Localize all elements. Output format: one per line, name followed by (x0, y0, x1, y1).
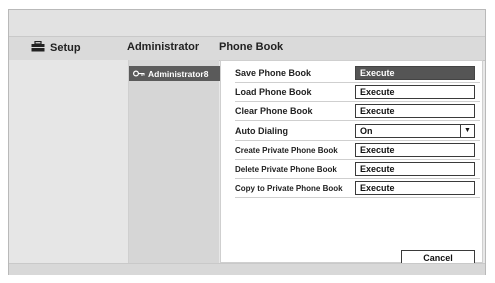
header-phone-book[interactable]: Phone Book (219, 41, 283, 53)
footer-bar (9, 263, 485, 275)
submenu-column (129, 60, 219, 263)
auto-dialing-select[interactable]: On ▼ (355, 124, 475, 138)
row-auto-dialing: Auto Dialing On ▼ (235, 123, 480, 141)
setup-label: Setup (50, 42, 81, 54)
row-label: Auto Dialing (235, 126, 288, 136)
row-label: Clear Phone Book (235, 106, 313, 116)
row-copy-to-private-phone-book: Copy to Private Phone Book Execute (235, 180, 480, 198)
delete-private-phone-book-execute-button[interactable]: Execute (355, 162, 475, 176)
chevron-down-icon[interactable]: ▼ (460, 125, 474, 137)
row-label: Create Private Phone Book (235, 146, 338, 155)
submenu-item-administrator[interactable]: Administrator8 (129, 66, 220, 81)
auto-dialing-value: On (360, 126, 373, 136)
create-private-phone-book-execute-button[interactable]: Execute (355, 143, 475, 157)
row-save-phone-book: Save Phone Book Execute (235, 65, 480, 83)
load-phone-book-execute-button[interactable]: Execute (355, 85, 475, 99)
row-label: Copy to Private Phone Book (235, 184, 343, 193)
row-clear-phone-book: Clear Phone Book Execute (235, 103, 480, 121)
app-window: Setup Administrator Phone Book Administr… (8, 9, 486, 275)
save-phone-book-execute-button[interactable]: Execute (355, 66, 475, 80)
row-load-phone-book: Load Phone Book Execute (235, 84, 480, 102)
copy-to-private-phone-book-execute-button[interactable]: Execute (355, 181, 475, 195)
row-create-private-phone-book: Create Private Phone Book Execute (235, 142, 480, 160)
row-label: Delete Private Phone Book (235, 165, 337, 174)
phone-book-panel: Save Phone Book Execute Load Phone Book … (220, 60, 483, 267)
header-bar: Setup Administrator Phone Book (9, 36, 485, 61)
sidebar-column (9, 60, 129, 263)
toolbox-icon (31, 40, 45, 55)
clear-phone-book-execute-button[interactable]: Execute (355, 104, 475, 118)
row-label: Save Phone Book (235, 68, 312, 78)
row-delete-private-phone-book: Delete Private Phone Book Execute (235, 161, 480, 179)
row-label: Load Phone Book (235, 87, 312, 97)
key-icon (132, 69, 145, 79)
top-bar (9, 10, 485, 36)
submenu-item-label: Administrator8 (148, 68, 209, 79)
header-setup[interactable]: Setup (31, 40, 81, 55)
header-administrator[interactable]: Administrator (127, 41, 199, 53)
